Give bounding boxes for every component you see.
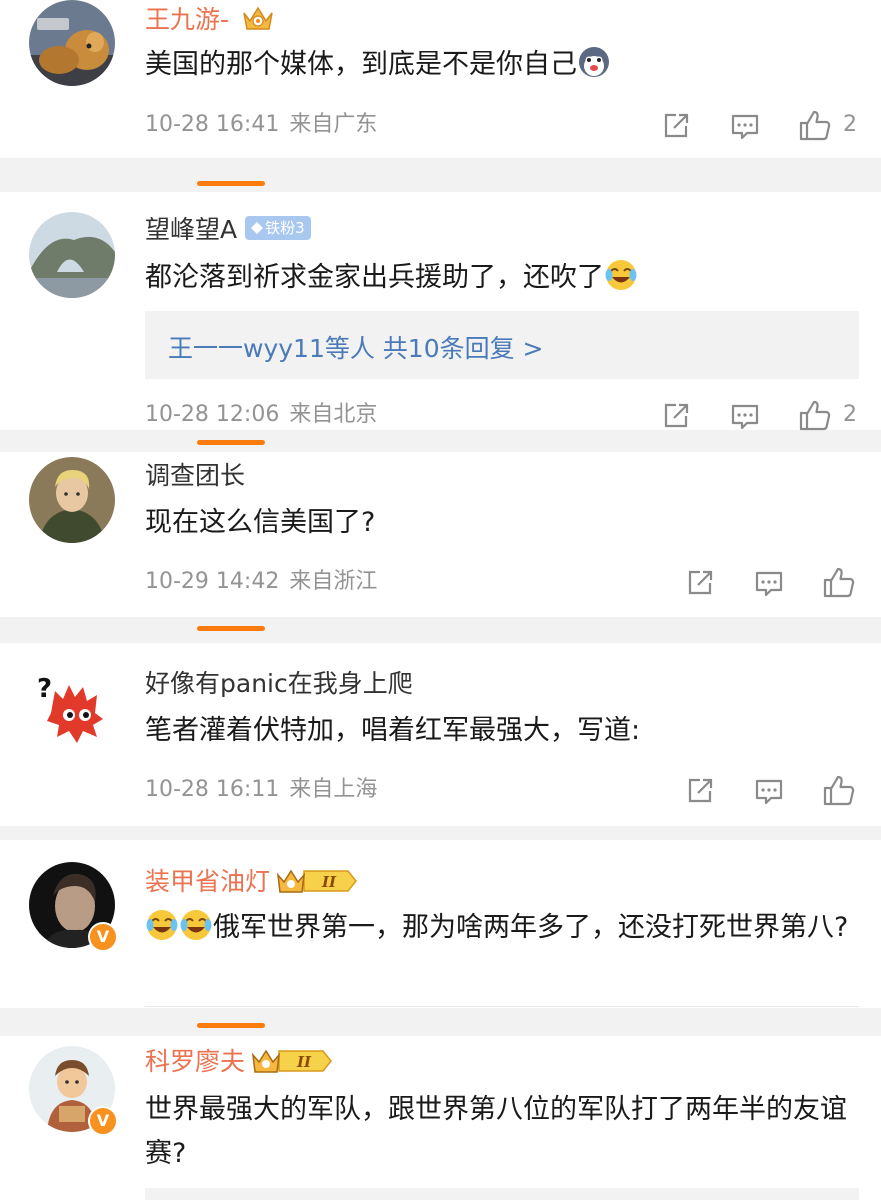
comment-text-content: 世界最强大的军队，跟世界第八位的军队打了两年半的友谊赛? — [145, 1094, 847, 1169]
comment-icon[interactable] — [754, 569, 784, 599]
share-icon[interactable] — [685, 568, 715, 598]
dog-avatar-icon — [29, 0, 115, 86]
like-icon[interactable] — [822, 774, 856, 808]
husky-emoji-icon — [579, 47, 609, 77]
comment-text: 现在这么信美国了? — [145, 501, 855, 545]
like-icon[interactable] — [798, 399, 832, 433]
comment-meta: 10-28 16:11 来自上海 — [145, 775, 377, 805]
load-indicator — [197, 1023, 265, 1028]
comment-text: 世界最强大的军队，跟世界第八位的军队打了两年半的友谊赛? — [145, 1088, 855, 1176]
user-avatar[interactable] — [29, 212, 115, 298]
user-avatar[interactable]: ? — [29, 663, 115, 749]
comment-meta: 10-29 14:42 来自浙江 — [145, 567, 377, 597]
comment-item: V 科罗廖夫 II 世界最强大的军队，跟世界第八位的军队打了两年半的友谊赛? — [0, 1036, 881, 1200]
comment-text: 都沦落到祈求金家出兵援助了，还吹了 — [145, 256, 855, 300]
username-text[interactable]: 装甲省油灯 — [145, 867, 270, 896]
comment-text-content: 现在这么信美国了? — [145, 507, 376, 538]
separator-band — [0, 430, 881, 452]
username[interactable]: 望峰望A 铁粉3 — [145, 215, 311, 245]
comment-text-content: 美国的那个媒体，到底是不是你自己 — [145, 49, 577, 80]
comment-meta: 10-28 16:41 来自广东 — [145, 110, 377, 140]
username[interactable]: 好像有panic在我身上爬 — [145, 669, 413, 699]
comment-text: 美国的那个媒体，到底是不是你自己 — [145, 43, 855, 87]
timestamp: 10-29 14:42 — [145, 569, 280, 594]
share-icon[interactable] — [685, 776, 715, 806]
level-badge-text: II — [321, 873, 337, 891]
share-icon[interactable] — [661, 401, 691, 431]
share-icon[interactable] — [661, 111, 691, 141]
verified-badge: V — [88, 1106, 118, 1136]
red-crab-avatar-icon: ? — [29, 663, 115, 749]
comment-icon[interactable] — [730, 402, 760, 432]
anime-commander-avatar-icon — [29, 457, 115, 543]
load-indicator — [197, 626, 265, 631]
separator-band — [0, 1008, 881, 1036]
comment-item: V 装甲省油灯 II 俄军世界第一，那为啥两年多了，还没打死世界第八? — [0, 840, 881, 1008]
username[interactable]: 调查团长 — [145, 461, 245, 491]
username-text[interactable]: 科罗廖夫 — [145, 1047, 245, 1076]
comment-item: ? 好像有panic在我身上爬 笔者灌着伏特加，唱着红军最强大，写道: 10-2… — [0, 643, 881, 826]
username-text[interactable]: 调查团长 — [145, 461, 245, 490]
karst-rock-avatar-icon — [29, 212, 115, 298]
timestamp: 10-28 12:06 — [145, 402, 280, 427]
timestamp: 10-28 16:41 — [145, 112, 280, 137]
separator-band — [0, 826, 881, 840]
separator-band — [0, 617, 881, 643]
username[interactable]: 装甲省油灯 II — [145, 867, 360, 897]
laughing-tears-emoji-icon — [605, 260, 637, 290]
timestamp: 10-28 16:11 — [145, 777, 280, 802]
comment-icon[interactable] — [754, 777, 784, 807]
username[interactable]: 科罗廖夫 II — [145, 1047, 335, 1077]
crown-vip-icon — [243, 6, 273, 30]
reply-summary-link[interactable]: 王一一wyy11等人 共10条回复 > — [168, 329, 544, 365]
comment-item: 王九游- 美国的那个媒体，到底是不是你自己 10-28 16:41 来自广东 2 — [0, 0, 881, 158]
comment-item: 望峰望A 铁粉3 都沦落到祈求金家出兵援助了，还吹了 王一一wyy11等人 共10… — [0, 192, 881, 433]
load-indicator — [197, 181, 265, 186]
username-text[interactable]: 好像有panic在我身上爬 — [145, 669, 413, 698]
comment-icon[interactable] — [730, 112, 760, 142]
comment-text-content: 俄军世界第一，那为啥两年多了，还没打死世界第八? — [213, 912, 849, 943]
verified-badge-text: V — [96, 1111, 110, 1130]
comment-text-content: 都沦落到祈求金家出兵援助了，还吹了 — [145, 262, 604, 293]
comment-item: 调查团长 现在这么信美国了? 10-29 14:42 来自浙江 — [0, 452, 881, 617]
user-avatar[interactable] — [29, 0, 115, 86]
location: 来自广东 — [289, 112, 378, 137]
location: 来自上海 — [289, 777, 378, 802]
diamond-icon — [251, 222, 264, 234]
level-badge-text: II — [296, 1053, 312, 1071]
like-count: 2 — [843, 402, 857, 427]
user-avatar[interactable] — [29, 457, 115, 543]
username-text[interactable]: 王九游- — [145, 5, 229, 34]
load-indicator — [197, 440, 265, 445]
iron-fan-badge: 铁粉3 — [245, 216, 311, 240]
username[interactable]: 王九游- — [145, 3, 275, 35]
crown-level-badge-icon: II — [276, 869, 357, 893]
comment-text: 俄军世界第一，那为啥两年多了，还没打死世界第八? — [145, 906, 855, 950]
divider — [145, 1006, 859, 1007]
reply-summary[interactable] — [145, 1188, 859, 1200]
laughing-tears-emoji-icon — [146, 910, 178, 940]
like-icon[interactable] — [822, 566, 856, 600]
comment-meta: 10-28 12:06 来自北京 — [145, 400, 377, 430]
badge-text: 铁粉3 — [265, 219, 305, 237]
verified-badge-text: V — [96, 927, 110, 946]
like-count: 2 — [843, 112, 857, 137]
like-icon[interactable] — [798, 109, 832, 143]
location: 来自北京 — [289, 402, 378, 427]
laughing-tears-emoji-icon — [180, 910, 212, 940]
verified-badge: V — [88, 922, 118, 952]
separator-band — [0, 158, 881, 192]
comment-text-content: 笔者灌着伏特加，唱着红军最强大，写道: — [145, 715, 641, 746]
svg-text:?: ? — [37, 674, 52, 704]
comment-text: 笔者灌着伏特加，唱着红军最强大，写道: — [145, 709, 855, 753]
location: 来自浙江 — [289, 569, 378, 594]
reply-summary[interactable]: 王一一wyy11等人 共10条回复 > — [145, 311, 859, 379]
username-text[interactable]: 望峰望A — [145, 215, 237, 244]
crown-level-badge-icon: II — [251, 1049, 332, 1073]
